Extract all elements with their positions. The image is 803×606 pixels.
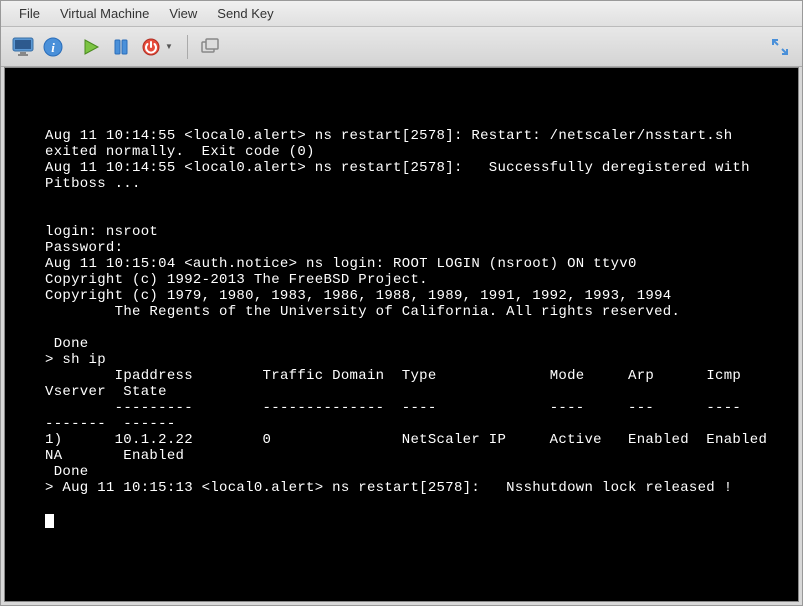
power-icon[interactable] (137, 33, 165, 61)
console-area[interactable]: Aug 11 10:14:55 <local0.alert> ns restar… (4, 67, 799, 602)
console-line (5, 96, 798, 112)
menu-bar: File Virtual Machine View Send Key (1, 1, 802, 27)
info-icon[interactable]: i (39, 33, 67, 61)
svg-text:i: i (51, 40, 55, 55)
console-line: The Regents of the University of Califor… (5, 304, 798, 320)
console-line (5, 320, 798, 336)
console-line: 1) 10.1.2.22 0 NetScaler IP Active Enabl… (5, 432, 798, 464)
console-line: login: nsroot (5, 224, 798, 240)
console-output: Aug 11 10:14:55 <local0.alert> ns restar… (5, 68, 798, 528)
console-line: Ipaddress Traffic Domain Type Mode Arp I… (5, 368, 798, 400)
menu-virtual-machine[interactable]: Virtual Machine (50, 4, 159, 23)
console-line: Aug 11 10:14:55 <local0.alert> ns restar… (5, 160, 798, 192)
monitor-icon[interactable] (9, 33, 37, 61)
console-line: Password: (5, 240, 798, 256)
pause-icon[interactable] (107, 33, 135, 61)
console-line: Done (5, 464, 798, 480)
console-line: Aug 11 10:14:55 <local0.alert> ns restar… (5, 128, 798, 160)
cursor (45, 514, 54, 528)
power-dropdown-arrow-icon[interactable]: ▼ (165, 42, 173, 51)
console-line: Done (5, 336, 798, 352)
console-line (5, 112, 798, 128)
console-line (5, 192, 798, 208)
console-line: Copyright (c) 1979, 1980, 1983, 1986, 19… (5, 288, 798, 304)
fullscreen-icon[interactable] (766, 33, 794, 61)
snapshot-icon[interactable] (196, 33, 224, 61)
toolbar-separator (187, 35, 188, 59)
console-line: > Aug 11 10:15:13 <local0.alert> ns rest… (5, 480, 798, 496)
menu-view[interactable]: View (159, 4, 207, 23)
console-line: Copyright (c) 1992-2013 The FreeBSD Proj… (5, 272, 798, 288)
console-line (5, 208, 798, 224)
menu-send-key[interactable]: Send Key (207, 4, 283, 23)
console-line (5, 80, 798, 96)
console-line: --------- -------------- ---- ---- --- -… (5, 400, 798, 432)
toolbar: i ▼ (1, 27, 802, 67)
console-line (5, 496, 798, 512)
menu-file[interactable]: File (9, 4, 50, 23)
play-icon[interactable] (77, 33, 105, 61)
console-line: Aug 11 10:15:04 <auth.notice> ns login: … (5, 256, 798, 272)
console-line: > sh ip (5, 352, 798, 368)
